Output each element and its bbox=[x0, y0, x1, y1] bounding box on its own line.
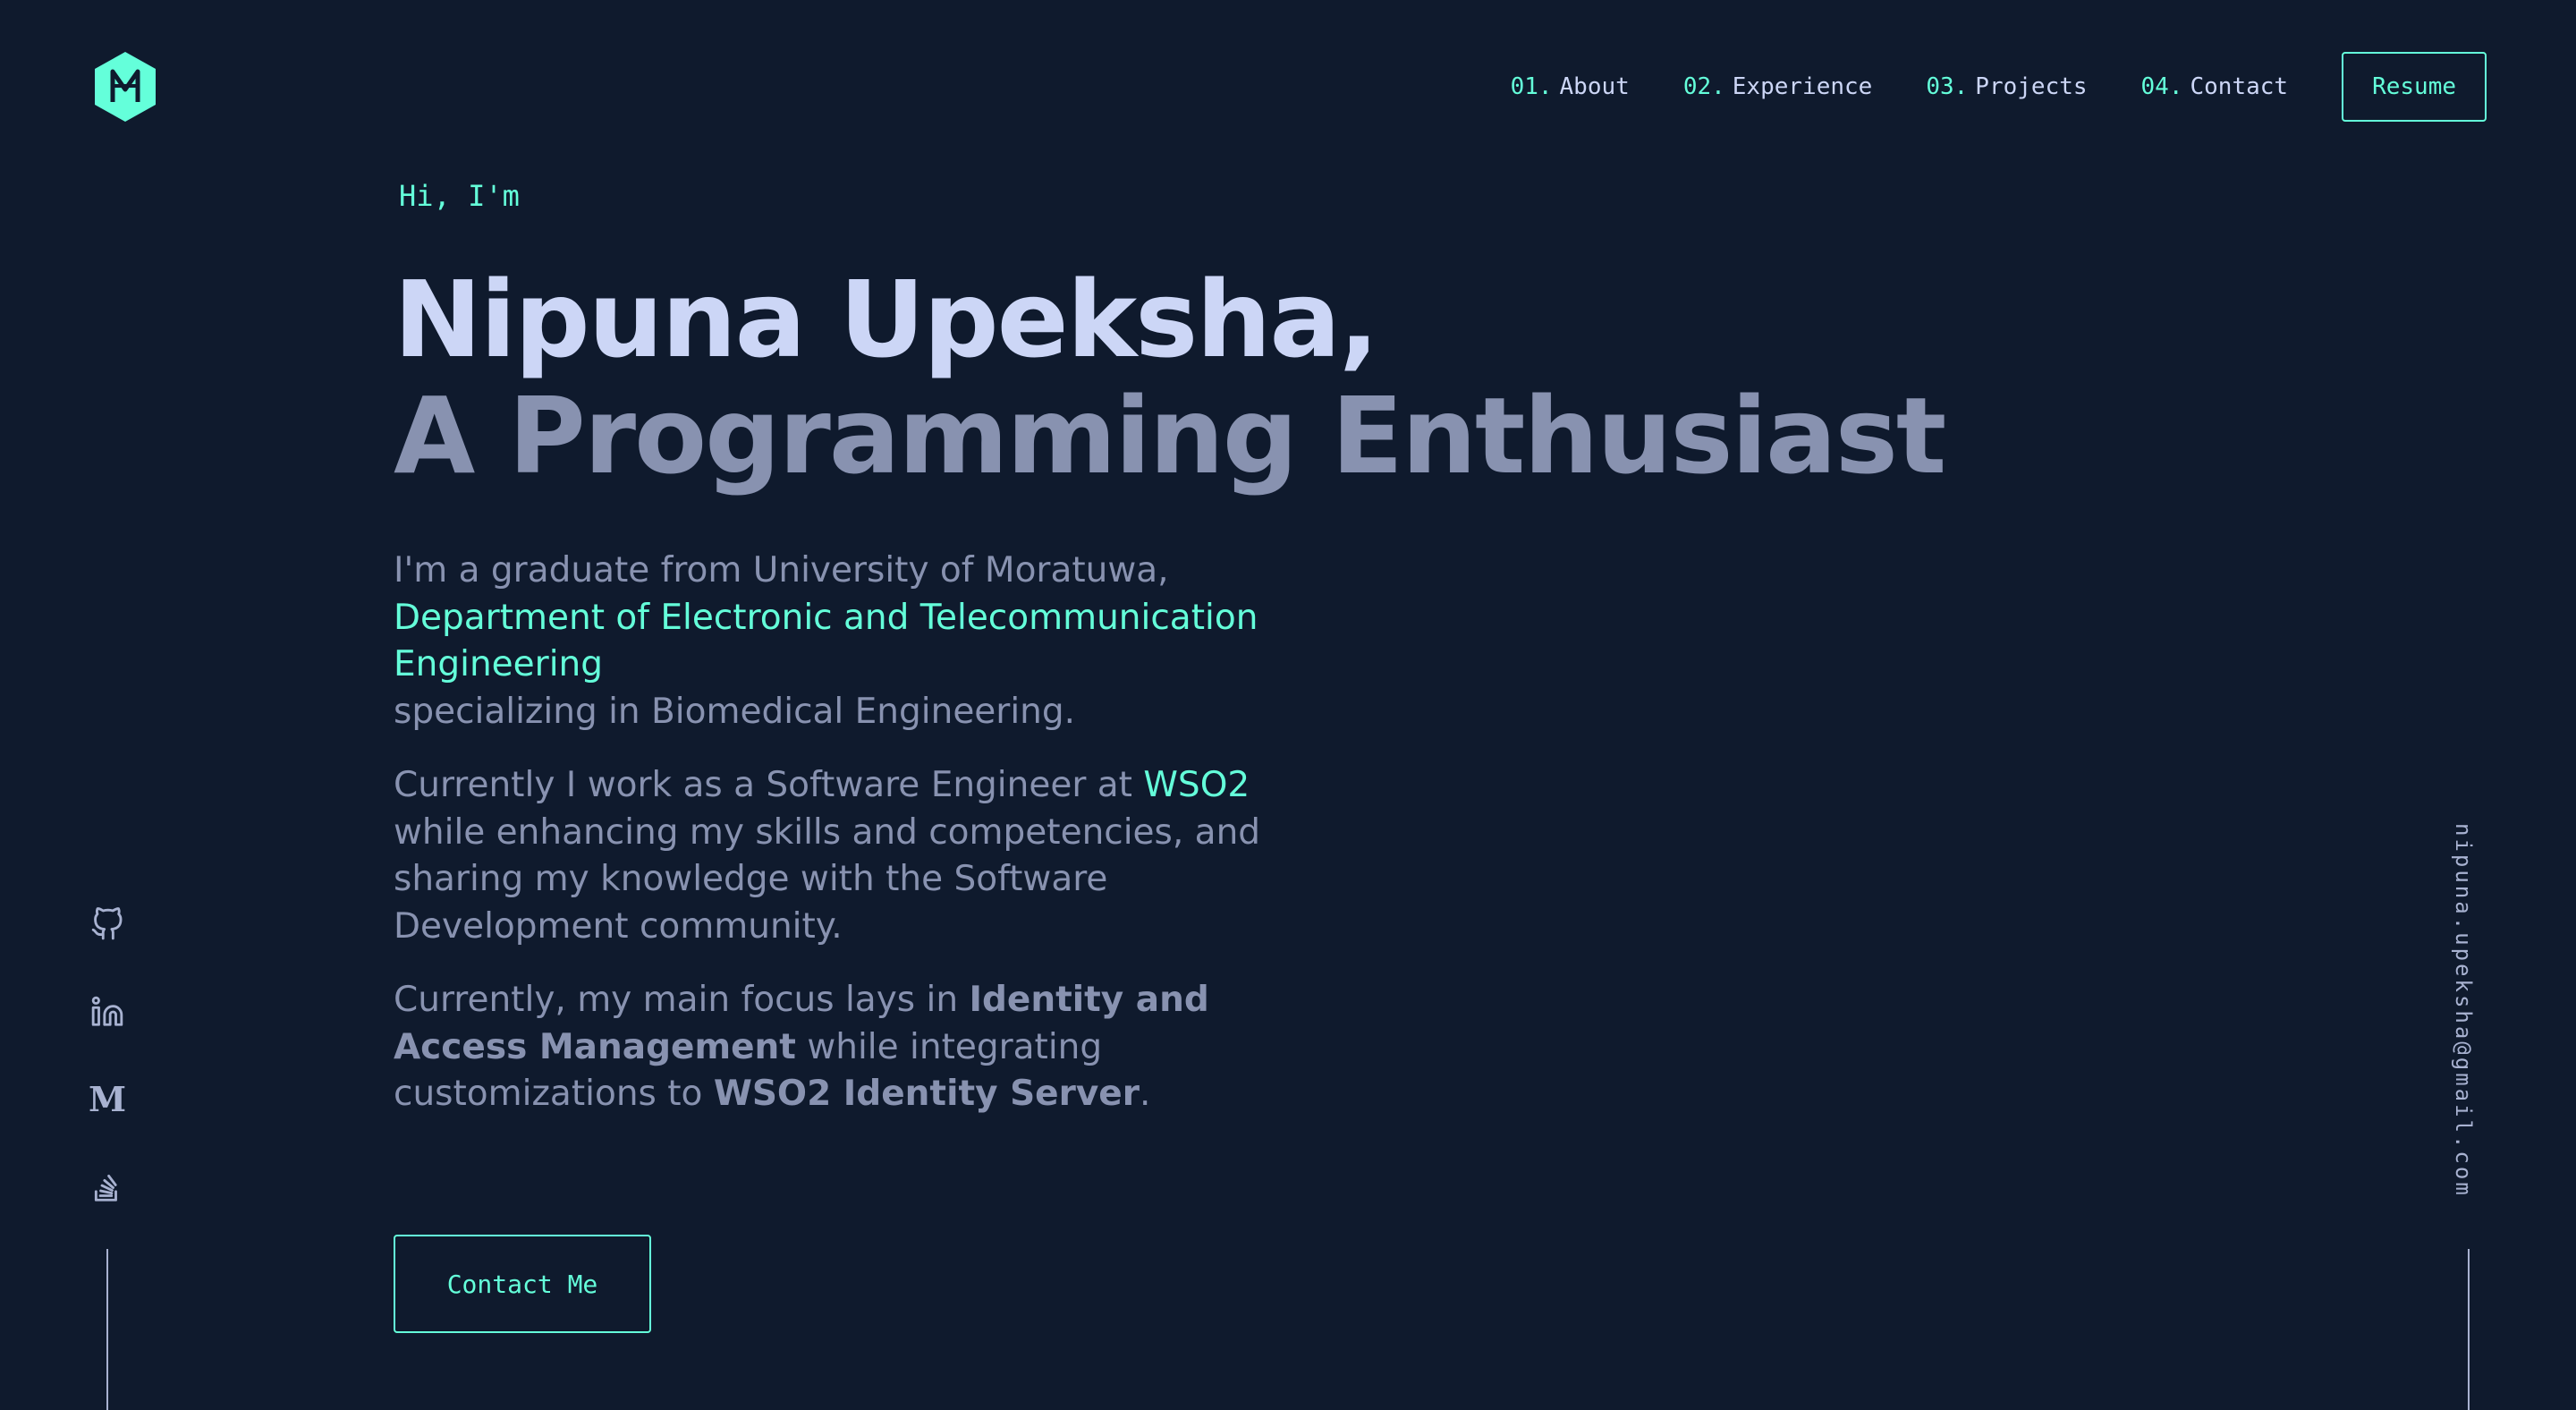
wso2-link[interactable]: WSO2 bbox=[1143, 765, 1250, 805]
nav-number: 02. bbox=[1682, 73, 1725, 100]
linkedin-icon[interactable] bbox=[89, 993, 126, 1031]
bio-paragraph-education: I'm a graduate from University of Moratu… bbox=[394, 548, 1288, 735]
stackoverflow-icon[interactable] bbox=[89, 1168, 126, 1206]
nav-label: About bbox=[1559, 73, 1630, 100]
hero-tagline: A Programming Enthusiast bbox=[394, 374, 1946, 497]
email-rail-line bbox=[2468, 1249, 2470, 1410]
email-link[interactable]: nipuna.upeksha@gmail.com bbox=[2451, 823, 2476, 1198]
bio-paragraph-focus: Currently, my main focus lays in Identit… bbox=[394, 977, 1288, 1118]
hero-section: Hi, I'm Nipuna Upeksha, A Programming En… bbox=[394, 179, 1946, 497]
medium-glyph: M bbox=[88, 1079, 127, 1119]
nav-label: Contact bbox=[2190, 73, 2289, 100]
github-icon[interactable] bbox=[89, 905, 126, 943]
medium-icon[interactable]: M bbox=[89, 1081, 126, 1118]
bio-text: specializing in Biomedical Engineering. bbox=[394, 691, 1076, 732]
nav-item-projects[interactable]: 03. Projects bbox=[1926, 73, 2087, 100]
nav-item-experience[interactable]: 02. Experience bbox=[1683, 73, 1873, 100]
nav-label: Experience bbox=[1732, 73, 1873, 100]
social-links: M bbox=[86, 905, 129, 1206]
resume-button[interactable]: Resume bbox=[2342, 52, 2487, 122]
bio-text: Currently I work as a Software Engineer … bbox=[394, 765, 1144, 805]
bio-text: Currently, my main focus lays in bbox=[394, 980, 970, 1020]
nav-number: 04. bbox=[2140, 73, 2183, 100]
bio-text: . bbox=[1139, 1074, 1151, 1114]
nav-item-contact[interactable]: 04. Contact bbox=[2141, 73, 2289, 100]
department-link[interactable]: Department of Electronic and Telecommuni… bbox=[394, 598, 1258, 685]
bio-text: I'm a graduate from University of Moratu… bbox=[394, 550, 1169, 590]
social-rail-line bbox=[106, 1249, 108, 1410]
hexagon-logo-icon[interactable] bbox=[93, 50, 157, 123]
hero-name: Nipuna Upeksha, bbox=[394, 258, 1379, 381]
contact-me-button[interactable]: Contact Me bbox=[394, 1235, 651, 1333]
bio-strong-wso2-is: WSO2 Identity Server bbox=[713, 1074, 1140, 1114]
hero-greeting: Hi, I'm bbox=[399, 179, 520, 213]
main-nav: 01. About 02. Experience 03. Projects 04. Co… bbox=[1511, 52, 2487, 122]
bio-paragraph-work: Currently I work as a Software Engineer … bbox=[394, 762, 1288, 950]
nav-item-about[interactable]: 01. About bbox=[1511, 73, 1630, 100]
nav-label: Projects bbox=[1975, 73, 2088, 100]
bio-text: while enhancing my skills and competenci… bbox=[394, 811, 1261, 947]
nav-number: 01. bbox=[1510, 73, 1553, 100]
hero-bio: I'm a graduate from University of Moratu… bbox=[394, 548, 1288, 1145]
nav-number: 03. bbox=[1926, 73, 1969, 100]
